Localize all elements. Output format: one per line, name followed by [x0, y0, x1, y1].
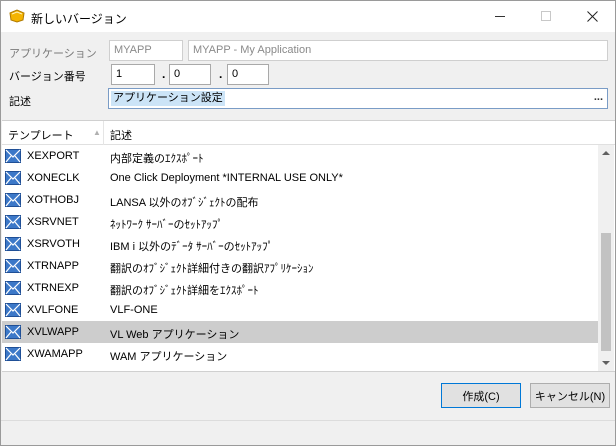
- template-description: VL Web アプリケーション: [110, 329, 240, 341]
- template-name: XVLFONE: [27, 304, 79, 316]
- arrow-up-icon: [602, 151, 610, 155]
- template-icon: [5, 171, 21, 185]
- template-description: WAM アプリケーション: [110, 351, 228, 363]
- close-button[interactable]: [569, 1, 615, 31]
- template-row[interactable]: XTRNEXP 翻訳のｵﾌﾞｼﾞｪｸﾄ詳細をｴｸｽﾎﾟｰﾄ: [2, 277, 598, 299]
- template-description: 内部定義のｴｸｽﾎﾟｰﾄ: [110, 153, 204, 165]
- create-button[interactable]: 作成(C): [441, 383, 521, 408]
- scroll-down-button[interactable]: [598, 355, 614, 371]
- window-title: 新しいバージョン: [31, 12, 127, 26]
- version-label: バージョン番号: [9, 71, 86, 83]
- template-icon: [5, 149, 21, 163]
- template-icon: [5, 193, 21, 207]
- template-description: ﾈｯﾄﾜｰｸ ｻｰﾊﾞｰのｾｯﾄｱｯﾌﾟ: [110, 219, 224, 231]
- application-label: アプリケーション: [9, 48, 97, 60]
- application-name-field: MYAPP - My Application: [188, 40, 608, 61]
- scrollbar-thumb[interactable]: [601, 233, 611, 351]
- status-bar: [1, 420, 615, 445]
- version-minor-field[interactable]: 0: [169, 64, 211, 85]
- version-major-field[interactable]: 1: [111, 64, 155, 85]
- column-header-template[interactable]: テンプレート: [8, 127, 74, 143]
- template-name: XOTHOBJ: [27, 194, 79, 206]
- template-icon: [5, 281, 21, 295]
- arrow-down-icon: [602, 361, 610, 365]
- sort-ascending-icon: ▲: [93, 128, 101, 137]
- template-name: XONECLK: [27, 172, 80, 184]
- template-row[interactable]: XTRNAPP 翻訳のｵﾌﾞｼﾞｪｸﾄ詳細付きの翻訳ｱﾌﾟﾘｹｰｼｮﾝ: [2, 255, 598, 277]
- template-description: 翻訳のｵﾌﾞｼﾞｪｸﾄ詳細をｴｸｽﾎﾟｰﾄ: [110, 285, 259, 297]
- column-divider[interactable]: [103, 121, 104, 145]
- template-row[interactable]: XONECLK One Click Deployment *INTERNAL US…: [2, 167, 598, 189]
- template-name: XTRNEXP: [27, 282, 79, 294]
- version-patch-field[interactable]: 0: [227, 64, 269, 85]
- vertical-scrollbar[interactable]: [598, 145, 614, 371]
- template-description: 翻訳のｵﾌﾞｼﾞｪｸﾄ詳細付きの翻訳ｱﾌﾟﾘｹｰｼｮﾝ: [110, 263, 314, 275]
- template-name: XVLWAPP: [27, 326, 79, 338]
- template-row[interactable]: XSRVOTH IBM i 以外のﾃﾞｰﾀ ｻｰﾊﾞｰのｾｯﾄｱｯﾌﾟ: [2, 233, 598, 255]
- close-icon: [586, 10, 598, 22]
- template-name: XTRNAPP: [27, 260, 79, 272]
- list-header: テンプレート ▲ 記述: [2, 121, 615, 145]
- template-icon: [5, 325, 21, 339]
- description-field[interactable]: アプリケーション設定 ...: [108, 88, 608, 109]
- template-description: IBM i 以外のﾃﾞｰﾀ ｻｰﾊﾞｰのｾｯﾄｱｯﾌﾟ: [110, 241, 274, 253]
- template-row[interactable]: XEXPORT 内部定義のｴｸｽﾎﾟｰﾄ: [2, 145, 598, 167]
- template-name: XWAMAPP: [27, 348, 83, 360]
- description-edit-button[interactable]: ...: [594, 91, 603, 103]
- version-separator: .: [162, 67, 166, 81]
- column-header-description[interactable]: 記述: [110, 127, 132, 143]
- application-code-field: MYAPP: [109, 40, 183, 61]
- template-name: XSRVNET: [27, 216, 79, 228]
- template-icon: [5, 347, 21, 361]
- template-row[interactable]: XVLFONE VLF-ONE: [2, 299, 598, 321]
- template-list: テンプレート ▲ 記述 XEXPORT 内部定義のｴｸｽﾎﾟｰﾄ XONECLK On…: [2, 120, 615, 372]
- template-description: VLF-ONE: [110, 304, 158, 316]
- template-rows: XEXPORT 内部定義のｴｸｽﾎﾟｰﾄ XONECLK One Click Depl…: [2, 145, 598, 365]
- scroll-up-button[interactable]: [598, 145, 614, 161]
- template-row[interactable]: XVLWAPP VL Web アプリケーション: [2, 321, 598, 343]
- maximize-icon: [541, 11, 551, 21]
- maximize-button[interactable]: [523, 1, 569, 31]
- template-name: XSRVOTH: [27, 238, 80, 250]
- minimize-button[interactable]: [477, 1, 523, 31]
- description-value: アプリケーション設定: [111, 91, 225, 106]
- template-name: XEXPORT: [27, 150, 80, 162]
- template-row[interactable]: XSRVNET ﾈｯﾄﾜｰｸ ｻｰﾊﾞｰのｾｯﾄｱｯﾌﾟ: [2, 211, 598, 233]
- template-icon: [5, 237, 21, 251]
- version-separator: .: [219, 67, 223, 81]
- template-row[interactable]: XOTHOBJ LANSA 以外のｵﾌﾞｼﾞｪｸﾄの配布: [2, 189, 598, 211]
- cancel-button[interactable]: キャンセル(N): [530, 383, 610, 408]
- template-icon: [5, 259, 21, 273]
- template-row[interactable]: XWAMAPP WAM アプリケーション: [2, 343, 598, 365]
- template-description: One Click Deployment *INTERNAL USE ONLY*: [110, 172, 343, 184]
- template-description: LANSA 以外のｵﾌﾞｼﾞｪｸﾄの配布: [110, 197, 259, 209]
- app-logo-icon: [9, 9, 25, 23]
- new-version-dialog: 新しいバージョン アプリケーション MYAPP MYAPP - My Appli…: [0, 0, 616, 446]
- description-label: 記述: [9, 96, 31, 108]
- template-icon: [5, 215, 21, 229]
- minimize-icon: [495, 15, 505, 17]
- title-bar: 新しいバージョン: [1, 1, 615, 32]
- template-icon: [5, 303, 21, 317]
